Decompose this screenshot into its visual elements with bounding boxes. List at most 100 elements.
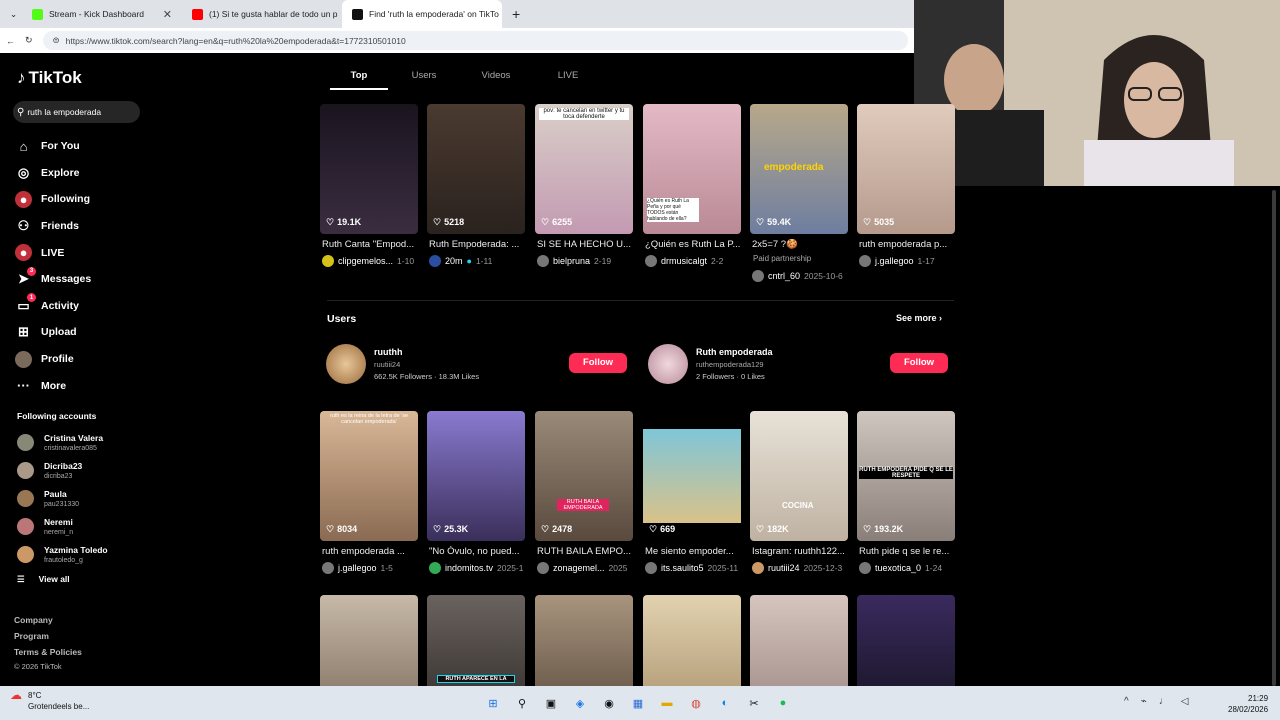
video-card[interactable]: ♡ 5218 Ruth Empoderada: ... 20m ● 1-11	[427, 104, 525, 267]
following-account[interactable]: Cristina Valera cristinavalera085	[17, 429, 147, 456]
video-card[interactable]	[750, 595, 848, 686]
video-card[interactable]: ¿Quién es Ruth La Peña y por qué TODOS e…	[643, 104, 741, 267]
obs-icon[interactable]: ◉	[600, 694, 618, 712]
video-thumbnail[interactable]	[320, 595, 418, 686]
view-all-link[interactable]: ☰ View all	[17, 574, 70, 585]
footer-company[interactable]: Company	[14, 615, 53, 625]
network-icon[interactable]: ⌁	[1141, 696, 1147, 707]
video-thumbnail[interactable]: empoderada ♡ 59.4K	[750, 104, 848, 234]
username[interactable]: ruutiii24	[768, 563, 800, 573]
scrollbar[interactable]	[1270, 186, 1278, 686]
see-more-link[interactable]: See more ›	[896, 313, 942, 323]
username[interactable]: j.gallegoo	[338, 563, 377, 573]
user-name[interactable]: Ruth empoderada	[696, 346, 773, 359]
tab-users[interactable]: Users	[388, 66, 460, 90]
video-caption[interactable]: ruth empoderada p...	[859, 239, 959, 250]
edge-icon[interactable]: ◐	[716, 694, 734, 712]
video-caption[interactable]: Ruth Empoderada: ...	[429, 239, 529, 250]
clock[interactable]: 21:29 28/02/2026	[1228, 693, 1268, 715]
video-thumbnail[interactable]: ruth es la reina de la letra de 'se canc…	[320, 411, 418, 541]
weather-widget[interactable]: ☁ 8°C Grotendeels be...	[10, 689, 89, 712]
video-caption[interactable]: Ruth pide q se le re...	[859, 546, 959, 557]
video-caption[interactable]: "No Óvulo, no pued...	[429, 546, 529, 557]
capcut-icon[interactable]: ✂	[745, 694, 763, 712]
video-card[interactable]: pov: te cancelan en twitter y tu toca de…	[535, 104, 633, 267]
microphone-icon[interactable]: ♩	[1159, 696, 1169, 707]
video-card[interactable]: RUTH EMPODERA PIDE Q SE LE RESPETE ♡ 193.2…	[857, 411, 955, 574]
video-thumbnail[interactable]: ♡ 19.1K	[320, 104, 418, 234]
video-caption[interactable]: ¿Quién es Ruth La P...	[645, 239, 745, 250]
video-card[interactable]	[320, 595, 418, 686]
username[interactable]: indomitos.tv	[445, 563, 493, 573]
windows-start-icon[interactable]: ⊞	[484, 694, 502, 712]
video-caption[interactable]: 2x5=7 ?🍪	[752, 239, 852, 250]
tab-youtube[interactable]: (1) Si te gusta hablar de todo un p ✕	[182, 0, 342, 28]
video-thumbnail[interactable]: COCINA ♡ 182K	[750, 411, 848, 541]
tab-videos[interactable]: Videos	[460, 66, 532, 90]
tab-top[interactable]: Top	[330, 66, 388, 90]
nav-for-you[interactable]: ⌂ For You	[15, 133, 145, 160]
chevron-up-icon[interactable]: ^	[1124, 696, 1129, 707]
video-card[interactable]: RUTH APARECE EN LA	[427, 595, 525, 686]
video-caption[interactable]: ruth empoderada ...	[322, 546, 422, 557]
task-view-icon[interactable]: ▣	[542, 694, 560, 712]
nav-following[interactable]: ● Following	[15, 186, 145, 213]
follow-button[interactable]: Follow	[890, 353, 948, 373]
following-account[interactable]: Dicriba23 dicriba23	[17, 457, 147, 484]
username[interactable]: 20m	[445, 256, 463, 266]
site-info-icon[interactable]: ⊜	[53, 35, 60, 46]
username[interactable]: drmusicalgt	[661, 256, 707, 266]
username[interactable]: j.gallegoo	[875, 256, 914, 266]
video-thumbnail[interactable]: ¿Quién es Ruth La Peña y por qué TODOS e…	[643, 104, 741, 234]
video-caption[interactable]: RUTH BAILA EMPO...	[537, 546, 637, 557]
video-caption[interactable]: SI SE HA HECHO U...	[537, 239, 637, 250]
copilot-icon[interactable]: ◈	[571, 694, 589, 712]
video-card[interactable]: RUTH BAILA EMPODERADA ♡ 2478 RUTH BAILA EMP…	[535, 411, 633, 574]
video-thumbnail[interactable]: pov: te cancelan en twitter y tu toca de…	[535, 104, 633, 234]
video-thumbnail[interactable]: ♡ 25.3K	[427, 411, 525, 541]
nav-messages[interactable]: ➤ 3 Messages	[15, 266, 145, 293]
nav-activity[interactable]: ▭ 1 Activity	[15, 293, 145, 320]
avatar[interactable]	[326, 344, 366, 384]
video-card[interactable]: ruth es la reina de la letra de 'se canc…	[320, 411, 418, 574]
url-field[interactable]: ⊜ https://www.tiktok.com/search?lang=en&…	[42, 31, 908, 50]
file-explorer-icon[interactable]: ▬	[658, 694, 676, 712]
user-result[interactable]: ruuthh ruutiii24 662.5K Followers · 18.3M …	[326, 344, 479, 384]
following-account[interactable]: Yazmina Toledo frautoledo_g	[17, 541, 147, 568]
tab-list-chevron[interactable]: ⌄	[0, 0, 22, 28]
tiktok-logo[interactable]: ♪ TikTok	[17, 68, 82, 88]
video-card[interactable]	[643, 595, 741, 686]
video-card[interactable]: ♡ 19.1K Ruth Canta "Empod... clipgemelos...…	[320, 104, 418, 267]
nav-live[interactable]: ● LIVE	[15, 239, 145, 266]
video-thumbnail[interactable]: RUTH BAILA EMPODERADA ♡ 2478	[535, 411, 633, 541]
video-thumbnail[interactable]	[535, 595, 633, 686]
username[interactable]: bielpruna	[553, 256, 590, 266]
video-caption[interactable]: Istagram: ruuthh122...	[752, 546, 852, 557]
nav-explore[interactable]: ◎ Explore	[15, 160, 145, 187]
video-card[interactable]: COCINA ♡ 182K Istagram: ruuthh122... ruutiii…	[750, 411, 848, 574]
video-thumbnail[interactable]: ♡ 669	[643, 411, 741, 541]
reload-icon[interactable]: ↻	[25, 35, 33, 46]
search-icon[interactable]: ⚲	[513, 694, 531, 712]
chrome-icon[interactable]: ◍	[687, 694, 705, 712]
search-input[interactable]: ⚲ ruth la empoderada	[13, 101, 140, 123]
username[interactable]: its.saulito5	[661, 563, 704, 573]
username[interactable]: tuexotica_0	[875, 563, 921, 573]
video-card[interactable]: empoderada ♡ 59.4K 2x5=7 ?🍪 Paid partnership…	[750, 104, 848, 282]
video-card[interactable]: ♡ 5035 ruth empoderada p... j.gallegoo 1-17	[857, 104, 955, 267]
video-thumbnail[interactable]	[857, 595, 955, 686]
video-thumbnail[interactable]	[643, 595, 741, 686]
nav-profile[interactable]: Profile	[15, 346, 145, 373]
tab-tiktok[interactable]: Find 'ruth la empoderada' on TikTo ✕	[342, 0, 502, 28]
follow-button[interactable]: Follow	[569, 353, 627, 373]
video-thumbnail[interactable]: RUTH APARECE EN LA	[427, 595, 525, 686]
back-icon[interactable]: ←	[6, 36, 15, 46]
avatar[interactable]	[648, 344, 688, 384]
video-card[interactable]	[857, 595, 955, 686]
footer-program[interactable]: Program	[14, 631, 49, 641]
video-thumbnail[interactable]	[750, 595, 848, 686]
nav-friends[interactable]: ⚇ Friends	[15, 213, 145, 240]
video-thumbnail[interactable]: ♡ 5035	[857, 104, 955, 234]
video-thumbnail[interactable]: RUTH EMPODERA PIDE Q SE LE RESPETE ♡ 193.2…	[857, 411, 955, 541]
tab-live[interactable]: LIVE	[532, 66, 604, 90]
